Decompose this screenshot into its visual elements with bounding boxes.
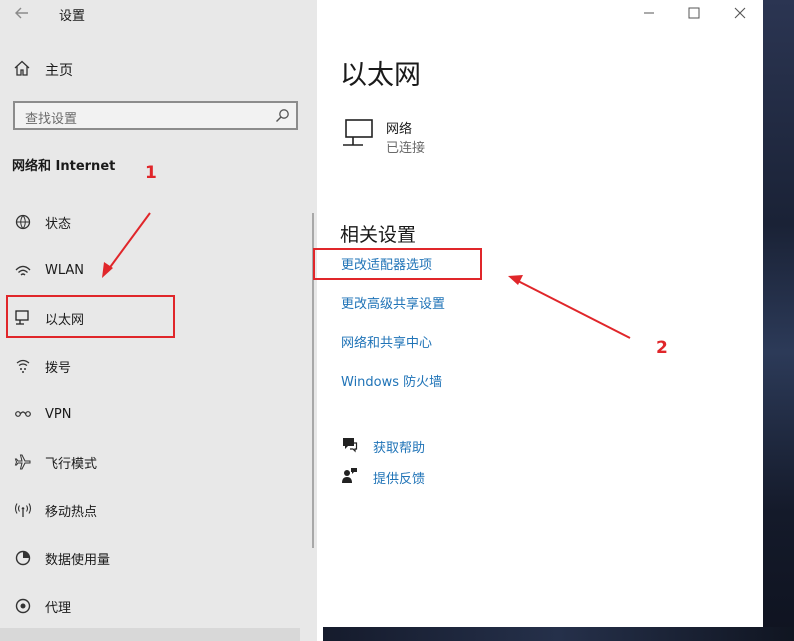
annotation-arrow-2: [508, 275, 631, 339]
annotation-arrow-1: [102, 212, 151, 278]
annotation-arrows: [102, 212, 631, 339]
